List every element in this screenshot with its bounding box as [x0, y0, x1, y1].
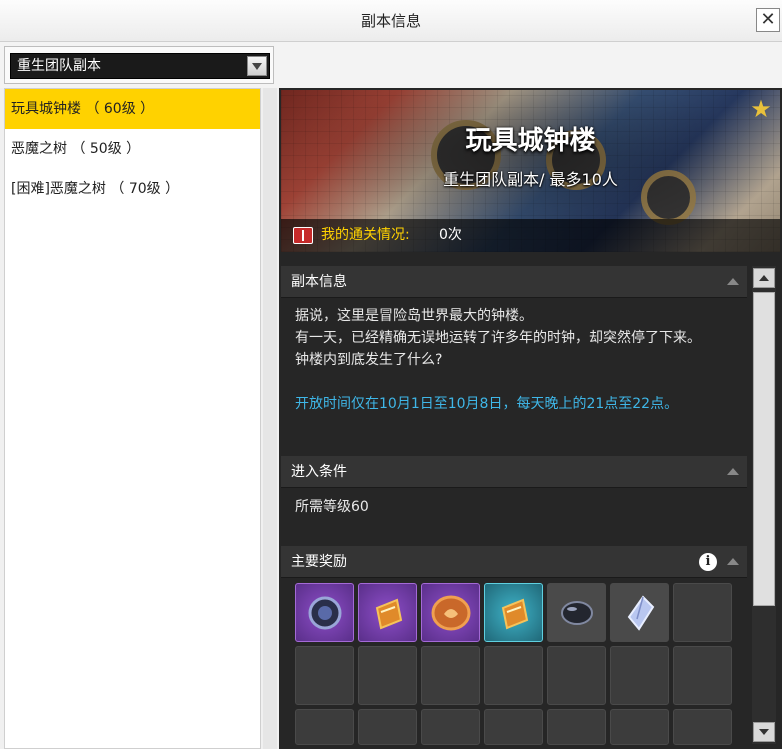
dungeon-banner: ★ 玩具城钟楼 重生团队副本/ 最多10人 我的通关情况: 0次 — [281, 90, 780, 252]
dungeon-list-item[interactable]: 玩具城钟楼 （ 60级 ） — [5, 89, 260, 129]
level-requirement: 所需等级60 — [295, 499, 369, 515]
section-header-rewards[interactable]: 主要奖励 i — [281, 546, 747, 578]
reward-slot-empty — [547, 709, 606, 745]
clear-status-value: 0次 — [439, 227, 462, 243]
scroll-down-icon[interactable] — [753, 722, 775, 742]
list-scrollbar[interactable] — [263, 88, 277, 749]
window-title: 副本信息 — [360, 12, 421, 30]
reward-slot[interactable] — [484, 583, 543, 642]
section-header-requirements[interactable]: 进入条件 — [281, 456, 747, 488]
coin-medal-icon — [431, 595, 470, 630]
reward-slot-empty — [484, 646, 543, 705]
dungeon-description: 据说，这里是冒险岛世界最大的钟楼。 有一天，已经精确无误地运转了许多年的时钟，却… — [295, 305, 735, 415]
reward-slot-empty — [421, 709, 480, 745]
clear-status-label: 我的通关情况: — [321, 227, 410, 243]
dungeon-name: 玩具城钟楼 — [465, 126, 596, 156]
reward-slot[interactable] — [358, 583, 417, 642]
filter-bar: 重生团队副本 — [0, 42, 782, 88]
reward-slot-empty — [421, 646, 480, 705]
dungeon-subtitle: 重生团队副本/ 最多10人 — [443, 170, 618, 189]
scroll-icon — [375, 598, 402, 629]
info-icon[interactable]: i — [699, 553, 717, 571]
description-line: 有一天，已经精确无误地运转了许多年的时钟，却突然停了下来。 — [295, 330, 701, 346]
section-title: 副本信息 — [291, 274, 347, 290]
dropdown-selected-label: 重生团队副本 — [17, 58, 101, 74]
reward-slot-empty — [358, 709, 417, 745]
dungeon-list-item[interactable]: [困难]恶魔之树 （ 70级 ） — [5, 169, 260, 209]
reward-slot-empty — [673, 646, 732, 705]
dark-orb-icon — [308, 596, 341, 629]
reward-slot-empty — [673, 709, 732, 745]
collapse-arrow-icon[interactable] — [727, 558, 739, 565]
reward-slot-empty — [547, 646, 606, 705]
dungeon-list: 玩具城钟楼 （ 60级 ） 恶魔之树 （ 50级 ） [困难]恶魔之树 （ 70… — [4, 88, 261, 749]
reward-slot-empty — [673, 583, 732, 642]
close-button[interactable]: ✕ — [756, 8, 780, 32]
collapse-arrow-icon[interactable] — [727, 468, 739, 475]
dark-stone-icon — [560, 600, 593, 625]
crystal-icon — [627, 594, 654, 631]
dungeon-type-dropdown[interactable]: 重生团队副本 — [10, 53, 270, 79]
section-title: 进入条件 — [291, 464, 347, 480]
reward-slot-empty — [610, 646, 669, 705]
collapse-arrow-icon[interactable] — [727, 278, 739, 285]
record-book-icon — [293, 227, 313, 244]
reward-slot-empty — [295, 646, 354, 705]
reward-slot[interactable] — [610, 583, 669, 642]
scroll-icon — [501, 598, 528, 629]
dungeon-detail-panel: ★ 玩具城钟楼 重生团队副本/ 最多10人 我的通关情况: 0次 副本信息 据说… — [279, 88, 782, 749]
reward-slot[interactable] — [295, 583, 354, 642]
reward-slot-empty — [610, 709, 669, 745]
reward-slot-empty — [295, 709, 354, 745]
title-bar: 副本信息 ✕ — [0, 0, 782, 42]
reward-slot-empty — [358, 646, 417, 705]
dungeon-list-item[interactable]: 恶魔之树 （ 50级 ） — [5, 129, 260, 169]
description-line: 钟楼内到底发生了什么? — [295, 352, 443, 368]
chevron-down-icon[interactable] — [247, 56, 267, 76]
description-line: 据说，这里是冒险岛世界最大的钟楼。 — [295, 308, 533, 324]
detail-scrollbar[interactable] — [752, 266, 776, 744]
scroll-up-icon[interactable] — [753, 268, 775, 288]
section-title: 主要奖励 — [291, 554, 347, 570]
reward-slot-empty — [484, 709, 543, 745]
reward-slot[interactable] — [421, 583, 480, 642]
clear-status-bar: 我的通关情况: 0次 — [281, 219, 780, 252]
open-time-notice: 开放时间仅在10月1日至10月8日，每天晚上的21点至22点。 — [295, 396, 679, 412]
scroll-thumb[interactable] — [753, 292, 775, 606]
reward-slot[interactable] — [547, 583, 606, 642]
favorite-star-icon[interactable]: ★ — [748, 96, 774, 122]
section-header-info[interactable]: 副本信息 — [281, 266, 747, 298]
